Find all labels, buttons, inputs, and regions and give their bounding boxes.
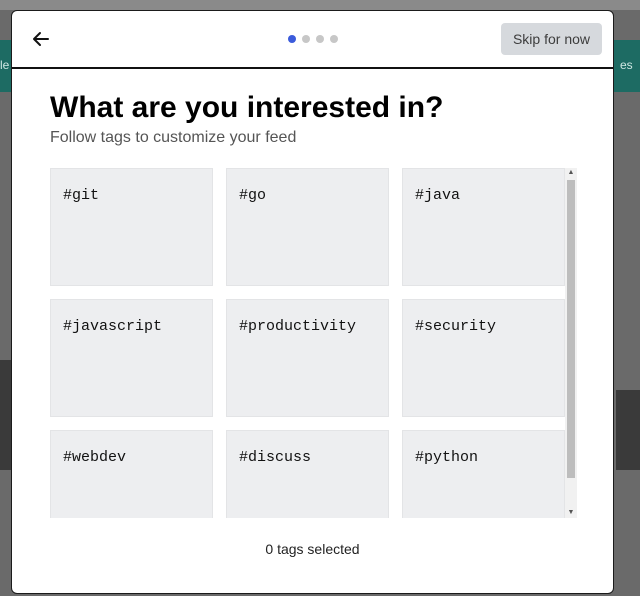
tag-label: #java <box>415 187 461 204</box>
modal-header: Skip for now <box>12 11 613 69</box>
tag-label: #python <box>415 449 479 466</box>
tag-card[interactable]: #git <box>50 168 213 286</box>
tag-card[interactable]: #security <box>402 299 565 417</box>
selected-count: 0 tags selected <box>265 541 360 557</box>
tag-grid: #git #go #java #javascript #productivity #sec… <box>50 168 577 518</box>
tag-label: #go <box>239 187 267 204</box>
tag-label: #git <box>63 187 100 204</box>
tag-card[interactable]: #productivity <box>226 299 389 417</box>
tag-card[interactable]: #webdev <box>50 430 213 518</box>
step-dot <box>330 35 338 43</box>
scroll-down-icon[interactable]: ▼ <box>567 508 575 518</box>
step-dot <box>288 35 296 43</box>
onboarding-modal: Skip for now What are you interested in?… <box>11 10 614 594</box>
background-text-left: le <box>0 58 10 72</box>
tag-label: #security <box>415 318 497 335</box>
tag-card[interactable]: #javascript <box>50 299 213 417</box>
tag-card[interactable]: #discuss <box>226 430 389 518</box>
tag-card[interactable]: #java <box>402 168 565 286</box>
background-strip <box>0 0 640 10</box>
tag-label: #discuss <box>239 449 312 466</box>
step-dot <box>316 35 324 43</box>
step-dot <box>302 35 310 43</box>
tag-card[interactable]: #python <box>402 430 565 518</box>
background-decoration-right <box>616 390 640 470</box>
arrow-left-icon <box>33 32 49 46</box>
step-indicator <box>288 35 338 43</box>
scroll-thumb[interactable] <box>567 180 575 478</box>
tag-card[interactable]: #go <box>226 168 389 286</box>
tag-label: #webdev <box>63 449 127 466</box>
skip-button[interactable]: Skip for now <box>501 23 602 55</box>
back-button[interactable] <box>29 27 53 51</box>
scroll-up-icon[interactable]: ▲ <box>567 168 575 178</box>
page-subtitle: Follow tags to customize your feed <box>50 129 297 146</box>
background-text-right: es <box>620 58 633 72</box>
tag-label: #javascript <box>63 318 163 335</box>
page-title: What are you interested in? <box>50 91 444 124</box>
scrollbar[interactable]: ▲ ▼ <box>565 168 577 518</box>
tag-label: #productivity <box>239 318 357 335</box>
